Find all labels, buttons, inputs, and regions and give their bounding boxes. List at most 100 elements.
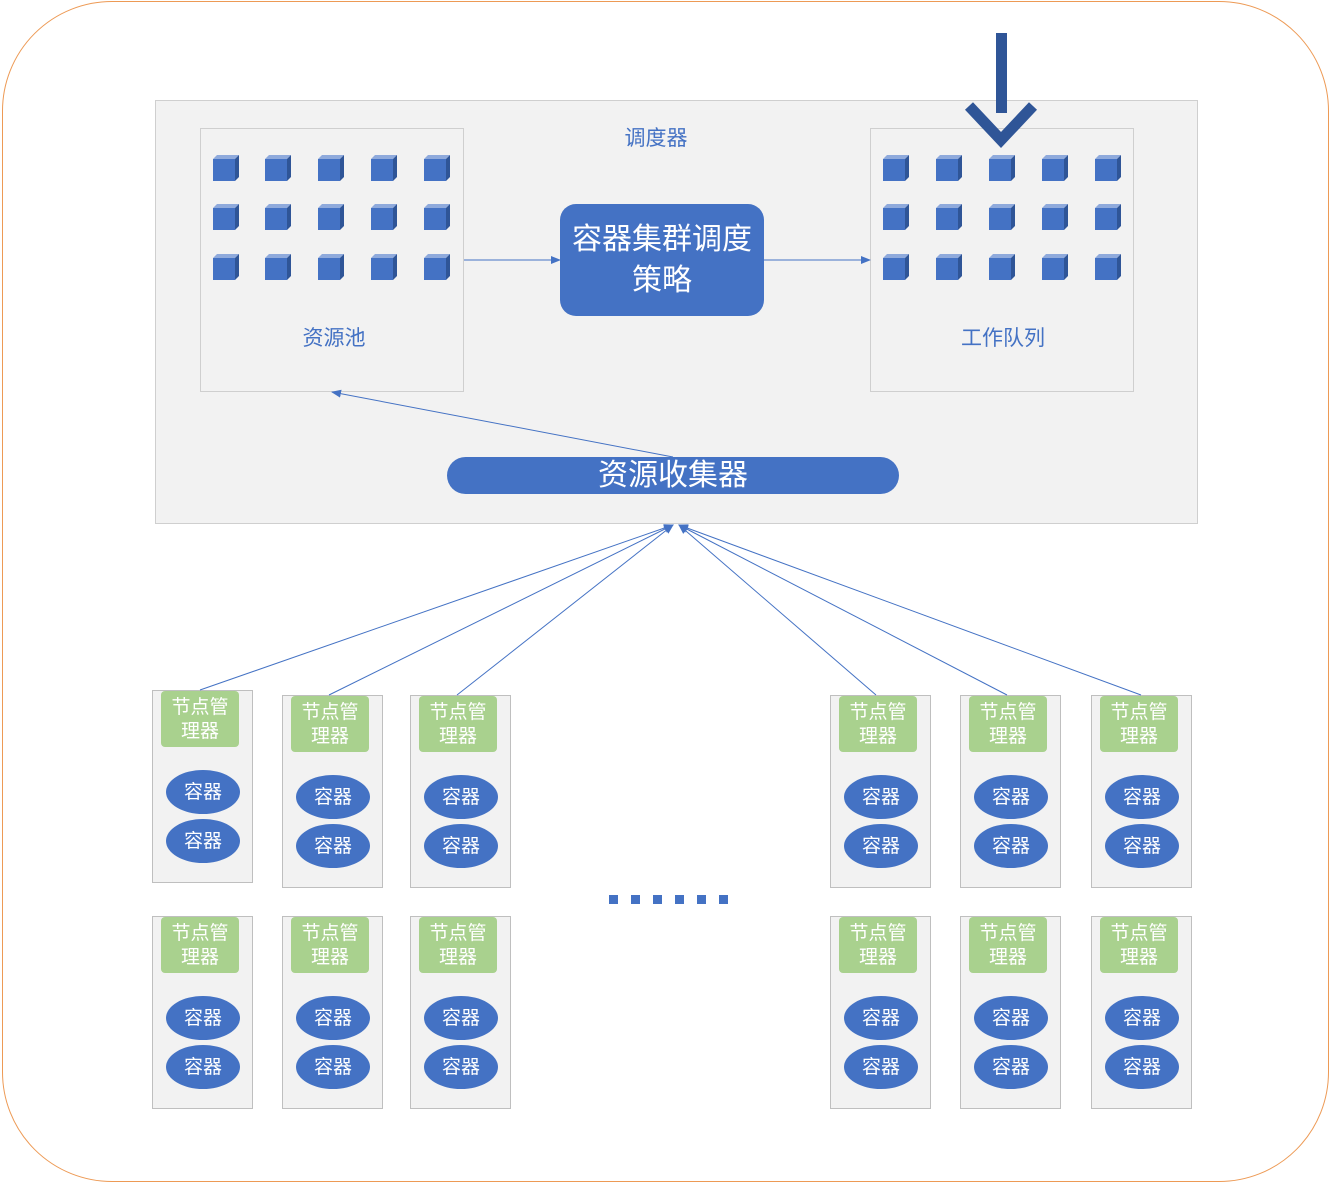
resource-cube <box>936 204 962 230</box>
container-label: 容器 <box>313 1007 352 1029</box>
container-label: 容器 <box>861 1056 900 1078</box>
container-ellipse: 容器 <box>1105 824 1179 868</box>
resource-cube <box>1042 204 1068 230</box>
container-ellipse: 容器 <box>166 996 240 1040</box>
resource-cube <box>883 204 909 230</box>
node-manager: 节点管理器 <box>419 696 497 752</box>
resource-cube <box>213 204 239 230</box>
resource-cube <box>989 204 1015 230</box>
node-manager-label: 节点管理器 <box>429 922 487 968</box>
node-box: 节点管理器 容器 容器 <box>152 690 253 883</box>
container-ellipse: 容器 <box>1105 775 1179 819</box>
container-ellipse: 容器 <box>166 1045 240 1089</box>
node-box: 节点管理器 容器 容器 <box>410 695 511 888</box>
resource-cube <box>371 204 397 230</box>
container-label: 容器 <box>441 1056 480 1078</box>
container-ellipse: 容器 <box>424 775 498 819</box>
node-manager-label: 节点管理器 <box>849 922 907 968</box>
container-label: 容器 <box>183 830 222 852</box>
node-manager-label: 节点管理器 <box>171 696 229 742</box>
node-manager: 节点管理器 <box>291 917 369 973</box>
container-ellipse: 容器 <box>424 824 498 868</box>
container-label: 容器 <box>313 1056 352 1078</box>
resource-cube <box>424 204 450 230</box>
resource-cube <box>883 254 909 280</box>
container-ellipse: 容器 <box>844 1045 918 1089</box>
container-label: 容器 <box>183 1056 222 1078</box>
node-manager: 节点管理器 <box>839 696 917 752</box>
resource-cube <box>318 204 344 230</box>
node-box: 节点管理器 容器 容器 <box>152 916 253 1109</box>
resource-cube <box>318 254 344 280</box>
resource-collector: 资源收集器 <box>447 457 899 494</box>
scheduling-strategy-label: 容器集群调度策略 <box>572 222 752 298</box>
container-ellipse: 容器 <box>424 996 498 1040</box>
container-label: 容器 <box>861 786 900 808</box>
node-manager: 节点管理器 <box>161 691 239 747</box>
container-label: 容器 <box>861 835 900 857</box>
container-label: 容器 <box>861 1007 900 1029</box>
node-manager-label: 节点管理器 <box>301 701 359 747</box>
resource-cube <box>1095 254 1121 280</box>
node-box: 节点管理器 容器 容器 <box>282 916 383 1109</box>
scheduler-title: 调度器 <box>624 126 688 150</box>
container-ellipse: 容器 <box>424 1045 498 1089</box>
container-label: 容器 <box>441 835 480 857</box>
container-label: 容器 <box>991 1007 1030 1029</box>
container-label: 容器 <box>313 786 352 808</box>
container-label: 容器 <box>183 1007 222 1029</box>
node-manager-label: 节点管理器 <box>301 922 359 968</box>
resource-cube <box>371 254 397 280</box>
container-ellipse: 容器 <box>166 819 240 863</box>
node-manager: 节点管理器 <box>1100 917 1178 973</box>
container-label: 容器 <box>991 1056 1030 1078</box>
node-box: 节点管理器 容器 容器 <box>960 916 1061 1109</box>
resource-cube <box>213 254 239 280</box>
container-ellipse: 容器 <box>296 775 370 819</box>
node-manager: 节点管理器 <box>839 917 917 973</box>
node-manager: 节点管理器 <box>969 696 1047 752</box>
work-queue-label: 工作队列 <box>961 326 1045 350</box>
node-manager: 节点管理器 <box>291 696 369 752</box>
resource-cube <box>265 204 291 230</box>
node-manager-label: 节点管理器 <box>1110 701 1168 747</box>
node-box: 节点管理器 容器 容器 <box>960 695 1061 888</box>
ellipsis-dots <box>609 895 729 905</box>
node-box: 节点管理器 容器 容器 <box>282 695 383 888</box>
resource-cube <box>424 155 450 181</box>
node-manager: 节点管理器 <box>419 917 497 973</box>
node-manager-label: 节点管理器 <box>979 701 1037 747</box>
container-ellipse: 容器 <box>844 996 918 1040</box>
node-manager: 节点管理器 <box>969 917 1047 973</box>
resource-cube <box>989 155 1015 181</box>
resource-cube <box>883 155 909 181</box>
container-ellipse: 容器 <box>1105 1045 1179 1089</box>
container-ellipse: 容器 <box>1105 996 1179 1040</box>
container-label: 容器 <box>991 786 1030 808</box>
resource-cube <box>318 155 344 181</box>
container-label: 容器 <box>991 835 1030 857</box>
resource-cube <box>371 155 397 181</box>
container-ellipse: 容器 <box>974 996 1048 1040</box>
node-manager-label: 节点管理器 <box>1110 922 1168 968</box>
container-label: 容器 <box>1122 786 1161 808</box>
node-box: 节点管理器 容器 容器 <box>1091 916 1192 1109</box>
container-ellipse: 容器 <box>166 770 240 814</box>
resource-cube <box>936 155 962 181</box>
resource-cube <box>213 155 239 181</box>
container-ellipse: 容器 <box>974 775 1048 819</box>
container-label: 容器 <box>183 781 222 803</box>
container-ellipse: 容器 <box>296 1045 370 1089</box>
resource-pool-label: 资源池 <box>302 326 366 350</box>
node-box: 节点管理器 容器 容器 <box>410 916 511 1109</box>
node-manager: 节点管理器 <box>1100 696 1178 752</box>
container-ellipse: 容器 <box>844 824 918 868</box>
resource-cube <box>1095 204 1121 230</box>
resource-cube <box>1095 155 1121 181</box>
node-box: 节点管理器 容器 容器 <box>830 916 931 1109</box>
container-label: 容器 <box>313 835 352 857</box>
container-ellipse: 容器 <box>296 996 370 1040</box>
node-manager-label: 节点管理器 <box>429 701 487 747</box>
container-label: 容器 <box>1122 1007 1161 1029</box>
resource-cube <box>1042 155 1068 181</box>
